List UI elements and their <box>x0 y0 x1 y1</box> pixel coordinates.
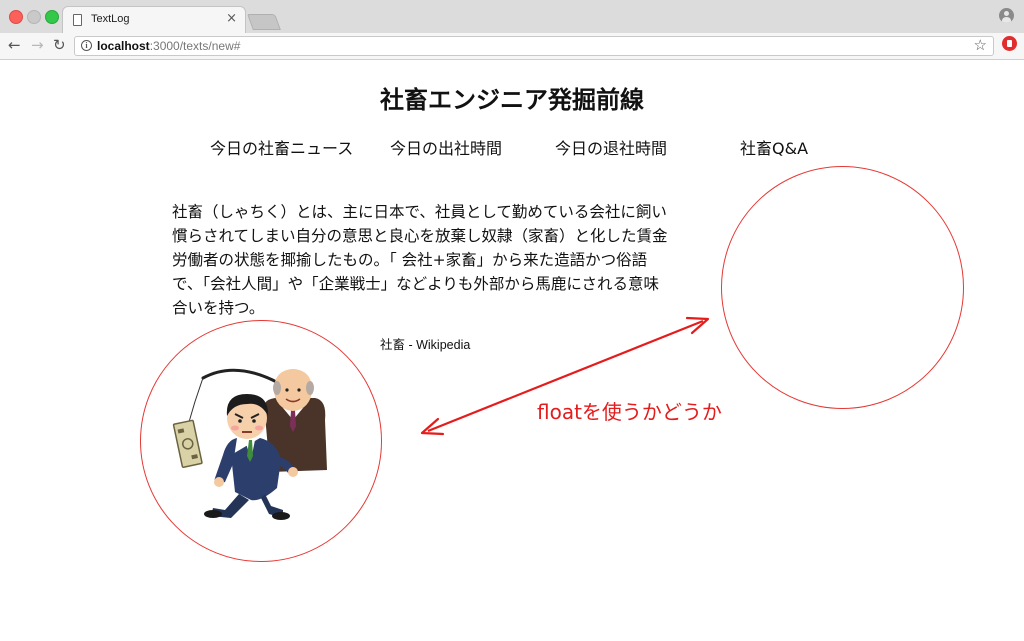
double-arrow-annotation <box>420 316 710 436</box>
annotation-text: floatを使うかどうか <box>537 400 722 424</box>
